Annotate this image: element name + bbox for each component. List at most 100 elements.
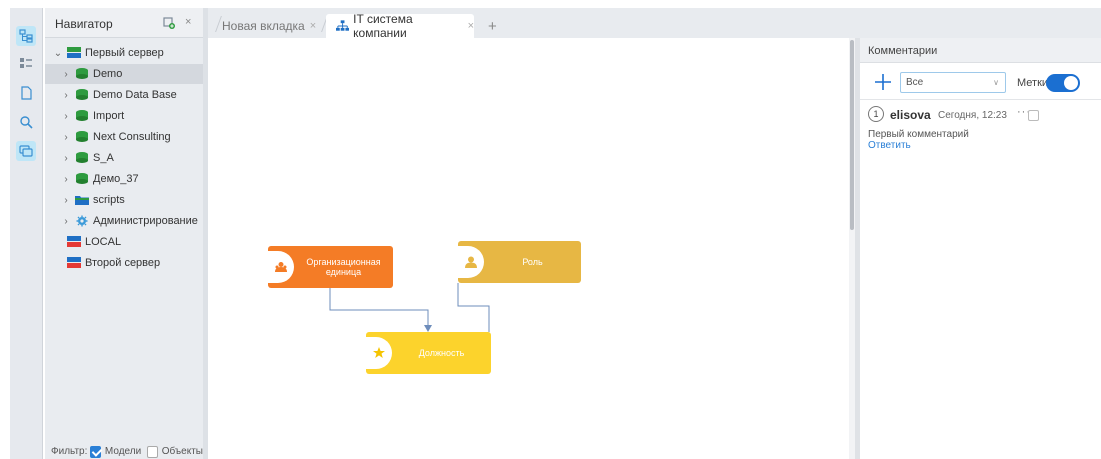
reply-link[interactable]: Ответить <box>868 140 911 151</box>
tree-item-label: LOCAL <box>85 236 122 248</box>
add-comment-icon[interactable] <box>874 73 892 91</box>
node-icon-holder <box>366 337 392 369</box>
comment-date: Сегодня, 12:23 <box>938 110 1007 121</box>
chevron-right-icon[interactable]: › <box>61 132 71 143</box>
database-icon <box>76 131 88 142</box>
node-label: Роль <box>522 257 543 267</box>
tree-item-scripts[interactable]: › scripts <box>45 190 203 210</box>
position-icon <box>373 347 385 358</box>
tab-close-button[interactable]: × <box>310 20 316 32</box>
objects-label: Объекты <box>161 446 203 457</box>
tab-label: Новая вкладка <box>222 19 305 33</box>
objects-checkbox[interactable] <box>147 445 158 458</box>
edge-role-to-position <box>457 283 490 332</box>
left-toolbar <box>10 8 43 459</box>
tree-item-first-server[interactable]: ⌄ Первый сервер <box>45 43 203 63</box>
model-canvas[interactable]: Организационная единица Роль Должность <box>208 38 848 459</box>
comment-author: elisova <box>890 108 931 122</box>
resolve-checkbox[interactable] <box>1028 110 1039 121</box>
chevron-right-icon[interactable]: › <box>61 111 71 122</box>
tree-item-administration[interactable]: › Администрирование <box>45 211 203 231</box>
tab-it-system[interactable]: IT система компании × <box>326 12 474 40</box>
chevron-down-icon: ∨ <box>993 78 999 87</box>
database-icon <box>76 110 88 121</box>
node-icon-holder <box>268 251 294 283</box>
navigator-title: Навигатор <box>55 17 113 31</box>
tags-label: Метки <box>1017 77 1049 89</box>
node-role[interactable]: Роль <box>458 241 581 283</box>
tab-new[interactable]: Новая вкладка × <box>222 14 322 38</box>
node-label: Должность <box>418 348 465 358</box>
node-position[interactable]: Должность <box>366 332 491 374</box>
server-icon <box>67 257 81 268</box>
chevron-right-icon[interactable]: › <box>61 69 71 80</box>
tree-item-label: Второй сервер <box>85 257 161 269</box>
tree-item-s-a[interactable]: › S_A <box>45 148 203 168</box>
navigator-filter: Фильтр: Модели Объекты <box>45 444 203 459</box>
divider <box>860 99 1101 100</box>
new-tab-button[interactable]: + <box>488 18 497 35</box>
scrollbar-thumb[interactable] <box>850 40 854 230</box>
database-icon <box>76 68 88 79</box>
tree-item-demo[interactable]: › Demo <box>45 64 203 84</box>
server-icon <box>67 236 81 247</box>
tree-item-local[interactable]: LOCAL <box>45 232 203 252</box>
tree-item-import[interactable]: › Import <box>45 106 203 126</box>
person-icon <box>465 256 477 268</box>
comment-text: Первый комментарий <box>868 129 969 140</box>
tree-item-label: Next Consulting <box>93 131 171 143</box>
comments-panel: Комментарии Все ∨ Метки 1 elisova Сегодн… <box>860 38 1101 459</box>
comments-filter-select[interactable]: Все ∨ <box>900 72 1006 93</box>
comment-number-badge: 1 <box>868 106 884 122</box>
models-checkbox[interactable] <box>90 445 101 458</box>
chevron-right-icon[interactable]: › <box>61 195 71 206</box>
database-icon <box>76 173 88 184</box>
chevron-right-icon[interactable]: › <box>61 90 71 101</box>
database-icon <box>76 89 88 100</box>
node-icon-holder <box>458 246 484 278</box>
tree-item-label: Demo Data Base <box>93 89 177 101</box>
tree-item-demo-37[interactable]: › Демо_37 <box>45 169 203 189</box>
add-server-icon[interactable] <box>163 17 175 29</box>
tree-item-demo-data-base[interactable]: › Demo Data Base <box>45 85 203 105</box>
chevron-right-icon[interactable]: › <box>61 174 71 185</box>
folder-icon <box>75 196 89 205</box>
models-label: Модели <box>104 446 142 457</box>
document-icon[interactable] <box>16 83 36 103</box>
toggle-knob <box>1064 76 1078 90</box>
server-icon <box>67 47 81 58</box>
arrow-head-icon <box>424 325 432 332</box>
tree-item-label: Демо_37 <box>93 173 139 185</box>
tags-toggle[interactable] <box>1046 74 1080 92</box>
chevron-right-icon[interactable]: › <box>61 153 71 164</box>
tree-item-label: Import <box>93 110 125 122</box>
navigator-panel: Навигатор × ⌄ Первый сервер › Demo › Dem… <box>45 8 203 459</box>
navigator-close-button[interactable]: × <box>185 16 191 28</box>
navigator-tree-icon[interactable] <box>16 26 36 46</box>
tree-item-label: Demo <box>93 68 123 80</box>
tree-item-label: S_A <box>93 152 114 164</box>
database-icon <box>76 152 88 163</box>
tab-label: IT система компании <box>353 12 413 40</box>
filter-label: Фильтр: <box>51 446 88 457</box>
tree-item-label: Первый сервер <box>85 47 164 59</box>
search-icon[interactable] <box>16 112 36 132</box>
node-label: Организационная единица <box>306 257 381 277</box>
tree-item-label: scripts <box>93 194 125 206</box>
edge-org-to-position <box>329 288 429 327</box>
org-chart-icon <box>336 20 350 31</box>
comments-title: Комментарии <box>868 45 938 57</box>
tree-item-label: Администрирование <box>93 215 198 227</box>
properties-icon[interactable] <box>16 53 36 73</box>
window-top-strip <box>0 0 1101 8</box>
select-value: Все <box>906 77 924 88</box>
chevron-right-icon[interactable]: › <box>61 216 71 227</box>
tab-close-button[interactable]: × <box>468 20 474 32</box>
tree-item-second-server[interactable]: Второй сервер <box>45 253 203 273</box>
org-unit-icon <box>275 262 287 272</box>
tab-bar: Новая вкладка × IT система компании × + <box>208 8 1101 40</box>
chevron-down-icon[interactable]: ⌄ <box>53 48 63 59</box>
comments-icon[interactable] <box>16 141 36 161</box>
node-org-unit[interactable]: Организационная единица <box>268 246 393 288</box>
tree-item-next-consulting[interactable]: › Next Consulting <box>45 127 203 147</box>
